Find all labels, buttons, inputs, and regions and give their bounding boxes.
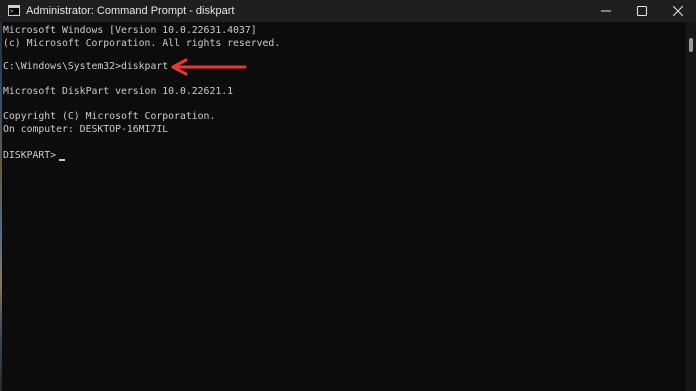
- command-prompt-window: >_ Administrator: Command Prompt - diskp…: [0, 0, 696, 391]
- annotation-arrow-icon: [171, 58, 247, 76]
